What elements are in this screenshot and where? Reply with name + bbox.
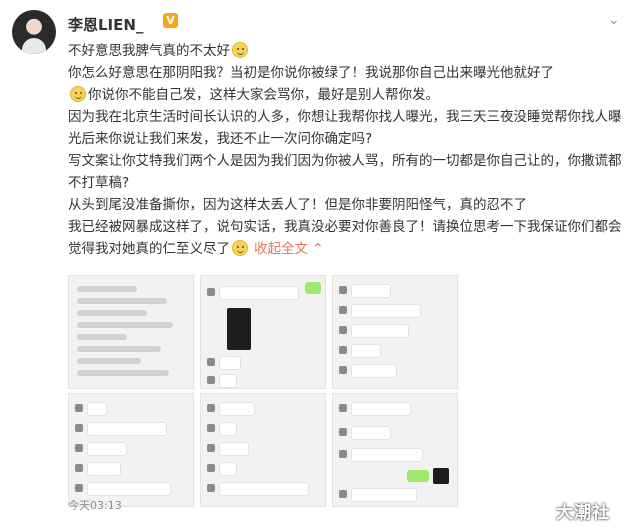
- smile-emoji-icon: [70, 86, 86, 102]
- chat-screenshot[interactable]: [332, 275, 458, 389]
- post-line: 从头到尾没准备撕你，因为这样太丢人了！但是你非要阴阳怪气，真的忍不了: [68, 197, 527, 213]
- post-timestamp: 今天03:13: [68, 499, 122, 512]
- post-line: 你怎么好意思在那阴阳我？当初是你说你被绿了！我说那你自己出来曝光他就好了: [68, 65, 554, 81]
- post-line: 写文案让你艾特我们两个人是因为我们因为你被人骂，所有的一切都是你自己让的，你撒谎…: [68, 153, 622, 191]
- smile-emoji-icon: [232, 240, 248, 256]
- post-line: 因为我在北京生活时间长认识的人多，你想让我帮你找人曝光，我三天三夜没睡觉帮你找人…: [68, 109, 622, 147]
- post-text: 不好意思我脾气真的不太好 你怎么好意思在那阴阳我？当初是你说你被绿了！我说那你自…: [68, 40, 628, 260]
- chat-screenshot[interactable]: [68, 393, 194, 507]
- collapse-full-text-link[interactable]: 收起全文 ⌃: [254, 241, 324, 257]
- user-name[interactable]: 李恩LIEN_: [68, 14, 143, 35]
- avatar[interactable]: [12, 10, 56, 54]
- chat-screenshot[interactable]: [200, 275, 326, 389]
- chat-screenshot[interactable]: [332, 393, 458, 507]
- smile-emoji-icon: [232, 42, 248, 58]
- chevron-down-icon[interactable]: ⌄: [608, 12, 620, 28]
- chat-screenshot[interactable]: [200, 393, 326, 507]
- verified-badge-icon: V: [163, 13, 178, 28]
- post-line: 我已经被网暴成这样了，说句实话，我真没必要对你善良了！请换位思考一下我保证你们都…: [68, 219, 622, 257]
- post-line: 不好意思我脾气真的不太好: [68, 40, 628, 62]
- post-line: 你说你不能自己发，这样大家会骂你，最好是别人帮你发。: [68, 84, 628, 106]
- chat-screenshot[interactable]: [68, 275, 194, 389]
- watermark: 大潮社: [556, 503, 610, 523]
- image-grid: [68, 275, 460, 507]
